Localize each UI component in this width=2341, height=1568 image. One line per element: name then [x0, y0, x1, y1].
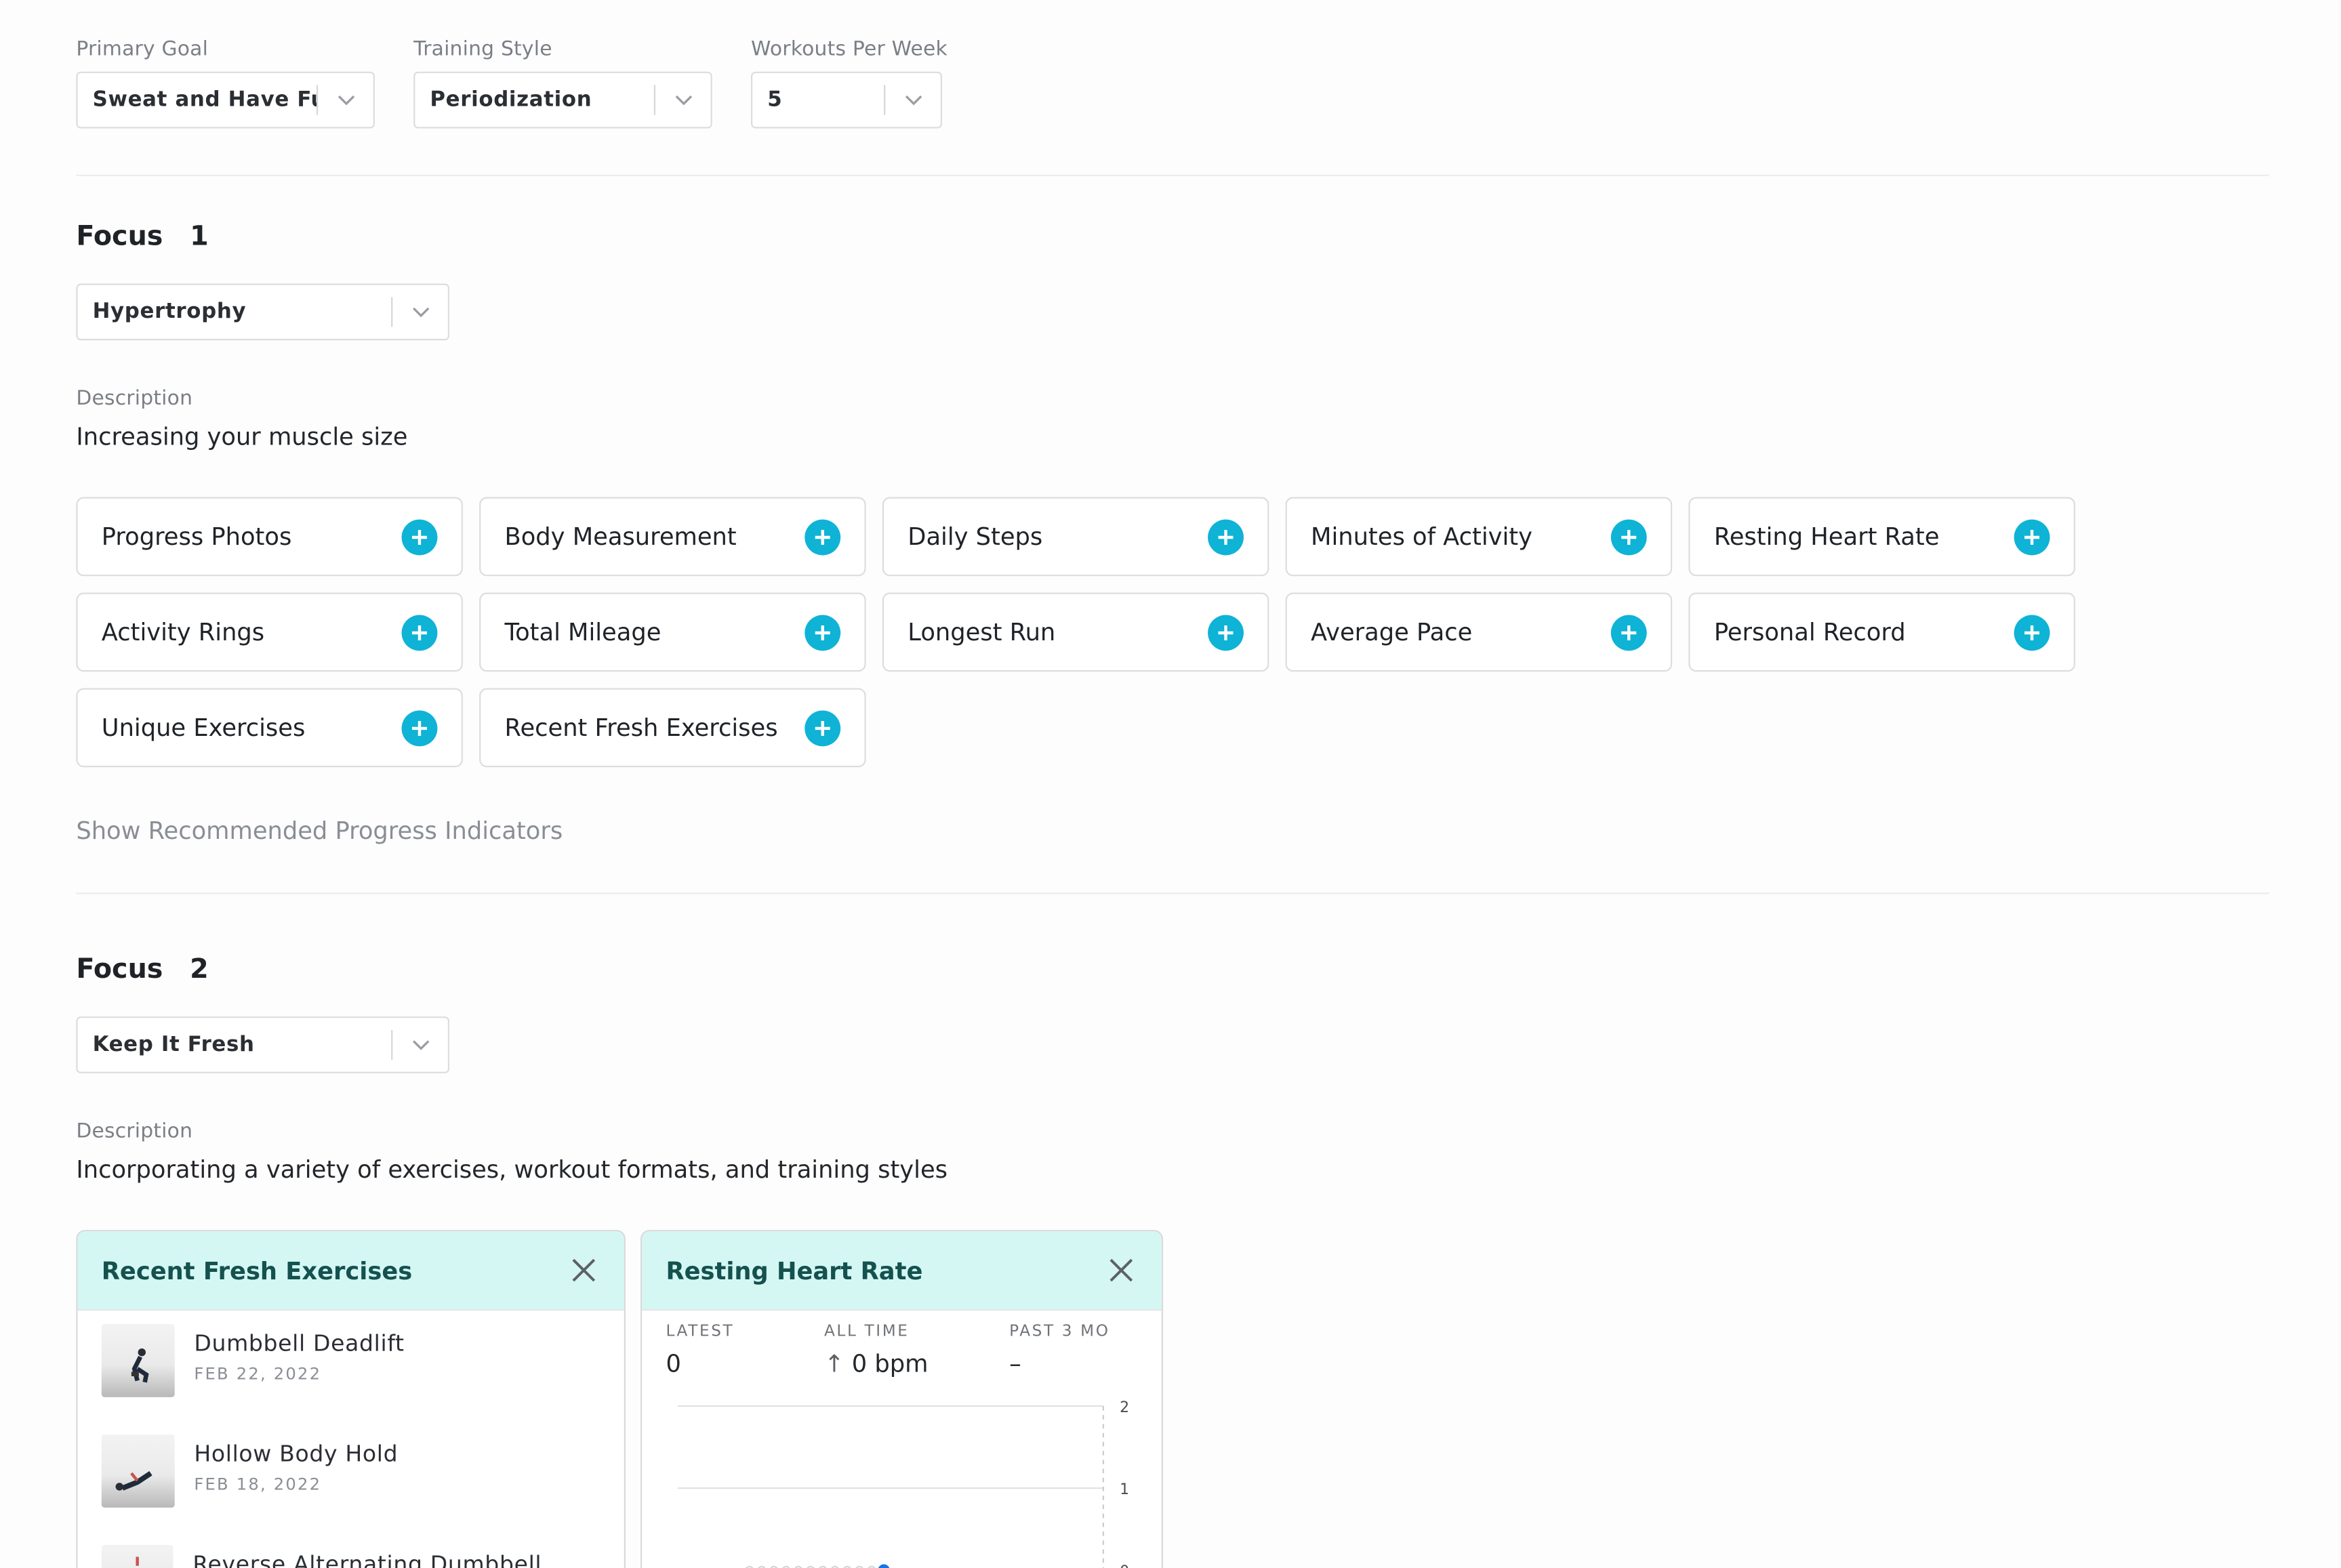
stat-value: 0 [666, 1349, 681, 1378]
add-icon[interactable] [1208, 614, 1244, 651]
indicator-label: Total Mileage [504, 617, 661, 646]
training-style-label: Training Style [413, 37, 552, 62]
indicator-chip[interactable]: Recent Fresh Exercises [479, 688, 866, 768]
indicator-chip[interactable]: Progress Photos [76, 497, 463, 577]
data-point [878, 1564, 890, 1568]
chevron-down-icon [318, 94, 373, 106]
section-divider [76, 174, 2270, 176]
exercise-list-item[interactable]: Hollow Body Hold FEB 18, 2022 [101, 1434, 399, 1508]
indicator-label: Recent Fresh Exercises [504, 713, 778, 742]
add-icon[interactable] [805, 709, 841, 746]
indicator-chip[interactable]: Resting Heart Rate [1688, 497, 2075, 577]
add-icon[interactable] [1610, 614, 1647, 651]
chevron-down-icon [392, 306, 448, 318]
y-tick-label: 0 [1120, 1563, 1129, 1568]
indicator-label: Activity Rings [101, 617, 265, 646]
focus-2-select-value: Keep It Fresh [92, 1033, 255, 1057]
indicator-chip[interactable]: Unique Exercises [76, 688, 463, 768]
exercise-name: Reverse Alternating Dumbbell Lunges [192, 1550, 542, 1568]
focus-2-description: Incorporating a variety of exercises, wo… [76, 1155, 948, 1184]
card-title: Resting Heart Rate [666, 1256, 923, 1285]
indicator-chip[interactable]: Minutes of Activity [1285, 497, 1673, 577]
focus-1-description: Increasing your muscle size [76, 422, 408, 451]
add-icon[interactable] [2014, 518, 2050, 555]
exercise-thumbnail [101, 1434, 175, 1508]
stat-label: LATEST [666, 1322, 735, 1341]
focus-1-select-value: Hypertrophy [92, 300, 247, 325]
indicator-chip[interactable]: Daily Steps [882, 497, 1269, 577]
indicator-chip[interactable]: Body Measurement [479, 497, 866, 577]
focus-2-select[interactable]: Keep It Fresh [76, 1016, 450, 1073]
add-icon[interactable] [401, 518, 438, 555]
resting-heart-rate-card: Resting Heart Rate LATEST 0 ALL TIME ↑ 0… [640, 1230, 1163, 1568]
exercise-date: FEB 22, 2022 [194, 1364, 322, 1384]
stat-value: – [1009, 1349, 1021, 1378]
indicator-label: Longest Run [908, 617, 1056, 646]
training-style-value: Periodization [430, 87, 592, 112]
stat-label: PAST 3 MO [1009, 1322, 1110, 1341]
indicator-label: Average Pace [1311, 617, 1473, 646]
close-icon[interactable] [565, 1251, 603, 1290]
indicator-label: Daily Steps [908, 522, 1043, 551]
stat-past-3-months: PAST 3 MO – [1009, 1323, 1110, 1378]
close-icon[interactable] [1102, 1251, 1141, 1290]
indicator-label: Progress Photos [101, 522, 292, 551]
indicator-label: Body Measurement [504, 522, 737, 551]
arrow-up-icon: ↑ [823, 1349, 844, 1378]
indicator-chip[interactable]: Activity Rings [76, 592, 463, 672]
training-style-select[interactable]: Periodization [413, 71, 712, 129]
exercise-name: Dumbbell Deadlift [194, 1329, 405, 1357]
workouts-per-week-label: Workouts Per Week [751, 37, 948, 62]
indicator-label: Personal Record [1713, 617, 1906, 646]
indicator-chip[interactable]: Average Pace [1285, 592, 1673, 672]
add-icon[interactable] [805, 518, 841, 555]
exercise-name: Hollow Body Hold [194, 1440, 399, 1468]
focus-1-select[interactable]: Hypertrophy [76, 283, 450, 341]
primary-goal-value: Sweat and Have Fun [92, 87, 317, 112]
section-divider [76, 892, 2270, 894]
add-icon[interactable] [1208, 518, 1244, 555]
card-header: Resting Heart Rate [642, 1231, 1162, 1311]
stat-latest: LATEST 0 [666, 1323, 734, 1378]
indicator-label: Resting Heart Rate [1713, 522, 1940, 551]
exercise-thumbnail [101, 1544, 174, 1568]
indicator-label: Unique Exercises [101, 713, 306, 742]
heart-rate-chart: 0 1 2 [678, 1399, 1129, 1568]
primary-goal-select[interactable]: Sweat and Have Fun [76, 71, 375, 129]
focus-1-description-label: Description [76, 386, 193, 411]
add-icon[interactable] [401, 614, 438, 651]
add-icon[interactable] [401, 709, 438, 746]
exercise-list-item[interactable]: Dumbbell Deadlift FEB 22, 2022 [101, 1323, 405, 1397]
add-icon[interactable] [805, 614, 841, 651]
exercise-date: FEB 18, 2022 [194, 1474, 322, 1495]
workouts-per-week-value: 5 [767, 87, 783, 112]
stat-label: ALL TIME [823, 1322, 910, 1341]
chevron-down-icon [392, 1039, 448, 1051]
stat-all-time: ALL TIME ↑ 0 bpm [824, 1323, 928, 1378]
primary-goal-label: Primary Goal [76, 37, 209, 62]
indicator-chip[interactable]: Total Mileage [479, 592, 866, 672]
y-tick-label: 1 [1120, 1481, 1129, 1498]
card-title: Recent Fresh Exercises [101, 1256, 413, 1285]
focus-2-title: Focus 2 [76, 953, 209, 985]
indicator-chip[interactable]: Personal Record [1688, 592, 2075, 672]
indicator-label: Minutes of Activity [1311, 522, 1533, 551]
chevron-down-icon [885, 94, 941, 106]
focus-1-title: Focus 1 [76, 221, 209, 253]
chevron-down-icon [655, 94, 711, 106]
add-icon[interactable] [2014, 614, 2050, 651]
stat-value: ↑ 0 bpm [823, 1349, 929, 1378]
show-recommended-link[interactable]: Show Recommended Progress Indicators [76, 817, 563, 845]
recent-fresh-exercises-card: Recent Fresh Exercises Dumbbell Deadlift… [76, 1230, 626, 1568]
focus-2-description-label: Description [76, 1119, 193, 1144]
exercise-thumbnail [101, 1323, 175, 1397]
card-header: Recent Fresh Exercises [77, 1231, 624, 1311]
indicator-chip[interactable]: Longest Run [882, 592, 1269, 672]
workouts-per-week-select[interactable]: 5 [751, 71, 942, 129]
exercise-list-item[interactable]: Reverse Alternating Dumbbell Lunges [101, 1544, 624, 1568]
y-tick-label: 2 [1120, 1399, 1129, 1416]
add-icon[interactable] [1610, 518, 1647, 555]
